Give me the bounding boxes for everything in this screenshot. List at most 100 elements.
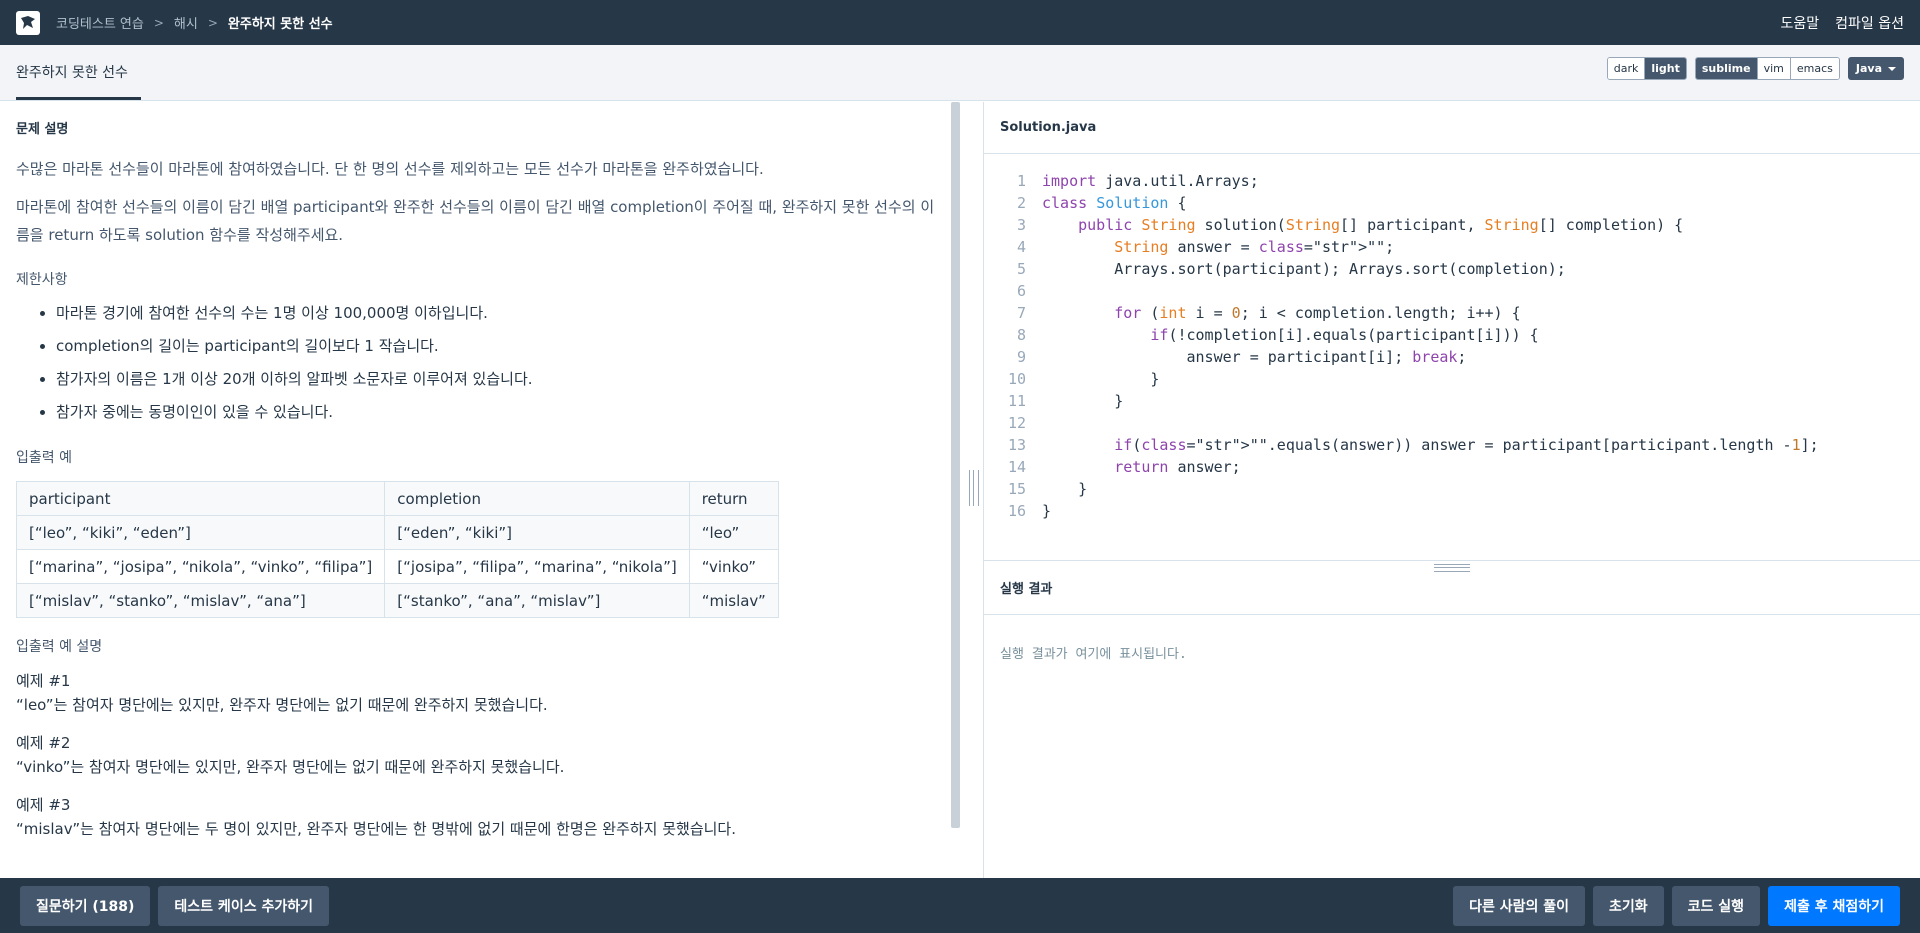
line-number: 16 xyxy=(1007,502,1026,520)
compile-options-link[interactable]: 컴파일 옵션 xyxy=(1835,13,1904,33)
keymap-emacs-button[interactable]: emacs xyxy=(1790,58,1839,79)
chevron-right-icon: > xyxy=(207,15,218,30)
table-cell: “leo” xyxy=(688,515,779,550)
code-text: class Solution { xyxy=(1042,194,1187,212)
table-cell: [“eden”, “kiki”] xyxy=(384,515,690,550)
programmers-logo-icon[interactable] xyxy=(16,10,40,35)
table-cell: “vinko” xyxy=(688,549,779,584)
table-cell: [“stanko”, “ana”, “mislav”] xyxy=(384,583,690,618)
code-text: public String solution(String[] particip… xyxy=(1078,216,1684,234)
table-cell: [“josipa”, “filipa”, “marina”, “nikola”] xyxy=(384,549,690,584)
reset-button[interactable]: 초기화 xyxy=(1593,885,1664,926)
run-code-button[interactable]: 코드 실행 xyxy=(1671,885,1761,926)
theme-toggle: dark light xyxy=(1606,57,1687,80)
example-label: 예제 #1 xyxy=(16,672,71,690)
breadcrumb-item-current: 완주하지 못한 선수 xyxy=(227,17,333,32)
constraints-title: 제한사항 xyxy=(16,272,68,288)
constraint-item: 참가자의 이름은 1개 이상 20개 이하의 알파벳 소문자로 이루어져 있습니… xyxy=(56,363,936,396)
others-solutions-button[interactable]: 다른 사람의 풀이 xyxy=(1453,885,1586,926)
line-number: 7 xyxy=(1016,304,1026,322)
help-link[interactable]: 도움말 xyxy=(1781,13,1820,33)
code-line: 9 answer = participant[i]; break; xyxy=(984,346,1920,368)
constraint-item: 참가자 중에는 동명이인이 있을 수 있습니다. xyxy=(56,396,936,429)
description-scrollbar[interactable] xyxy=(951,102,960,828)
editor-panel: Solution.java 1 import java.util.Arrays; … xyxy=(984,102,1920,878)
editor-filename: Solution.java xyxy=(984,102,1920,154)
table-header-return: return xyxy=(688,481,779,516)
breadcrumb-item-coding-test[interactable]: 코딩테스트 연습 xyxy=(56,13,144,32)
add-testcase-button[interactable]: 테스트 케이스 추가하기 xyxy=(158,885,329,926)
code-text: } xyxy=(1042,392,1124,410)
top-navbar: 코딩테스트 연습 > 해시 > 완주하지 못한 선수 도움말 컴파일 옵션 xyxy=(0,0,1920,45)
code-text: import java.util.Arrays; xyxy=(1042,172,1259,190)
submit-button[interactable]: 제출 후 채점하기 xyxy=(1768,885,1900,926)
code-text: for (int i = 0; i < completion.length; i… xyxy=(1114,304,1521,322)
ask-question-button[interactable]: 질문하기 (188) xyxy=(20,885,151,926)
keymap-sublime-button[interactable]: sublime xyxy=(1695,58,1758,79)
problem-paragraph-1: 수많은 마라톤 선수들이 마라톤에 참여하였습니다. 단 한 명의 선수를 제외… xyxy=(16,160,764,178)
example-text: “leo”는 참여자 명단에는 있지만, 완주자 명단에는 없기 때문에 완주하… xyxy=(16,696,548,714)
problem-paragraph-2: 마라톤에 참여한 선수들의 이름이 담긴 배열 participant와 완주한… xyxy=(16,198,935,244)
code-line: 13 if(class="str">"".equals(answer)) ans… xyxy=(984,434,1920,456)
bottom-action-bar: 질문하기 (188) 테스트 케이스 추가하기 다른 사람의 풀이 초기화 코드… xyxy=(0,878,1920,933)
tab-row: 완주하지 못한 선수 dark light sublime vim emacs … xyxy=(0,45,1920,101)
table-row: [“leo”, “kiki”, “eden”] [“eden”, “kiki”]… xyxy=(15,515,779,550)
editor-settings: dark light sublime vim emacs Java xyxy=(1606,57,1904,80)
table-cell: [“mislav”, “stanko”, “mislav”, “ana”] xyxy=(15,583,386,618)
code-line: 16} xyxy=(984,500,1920,522)
io-explain-title: 입출력 예 설명 xyxy=(16,639,103,655)
horizontal-resize-handle-icon[interactable] xyxy=(1434,564,1470,572)
breadcrumb-item-hash[interactable]: 해시 xyxy=(174,13,198,32)
constraints-list: 마라톤 경기에 참여한 선수의 수는 1명 이상 100,000명 이하입니다.… xyxy=(16,297,936,429)
line-number: 13 xyxy=(1007,436,1026,454)
code-text: String answer = class="str">""; xyxy=(1114,238,1395,256)
code-line: 11 } xyxy=(984,390,1920,412)
code-line: 14 return answer; xyxy=(984,456,1920,478)
table-header-completion: completion xyxy=(384,481,690,516)
breadcrumb: 코딩테스트 연습 > 해시 > 완주하지 못한 선수 xyxy=(56,13,333,33)
code-line: 4 String answer = class="str">""; xyxy=(984,236,1920,258)
code-editor[interactable]: 1 import java.util.Arrays; 2 class Solutio… xyxy=(984,170,1920,550)
theme-dark-button[interactable]: dark xyxy=(1607,58,1646,79)
chevron-right-icon: > xyxy=(153,15,164,30)
theme-light-button[interactable]: light xyxy=(1645,58,1686,79)
line-number: 9 xyxy=(1016,348,1026,366)
line-number: 4 xyxy=(1016,238,1026,256)
keymap-vim-button[interactable]: vim xyxy=(1757,58,1791,79)
code-line: 2 class Solution { xyxy=(984,192,1920,214)
language-select[interactable]: Java xyxy=(1847,57,1904,80)
table-header-row: participant completion return xyxy=(15,481,779,516)
line-number: 11 xyxy=(1007,392,1026,410)
line-number: 1 xyxy=(1016,172,1026,190)
code-text: } xyxy=(1042,370,1160,388)
line-number: 15 xyxy=(1007,480,1026,498)
tab-problem[interactable]: 완주하지 못한 선수 xyxy=(16,44,141,100)
table-cell: [“marina”, “josipa”, “nikola”, “vinko”, … xyxy=(15,549,386,584)
code-text: answer = participant[i]; break; xyxy=(1042,348,1467,366)
example-text: “vinko”는 참여자 명단에는 있지만, 완주자 명단에는 없기 때문에 완… xyxy=(16,758,565,776)
line-number: 12 xyxy=(1007,414,1026,432)
code-text: if(!completion[i].equals(participant[i])… xyxy=(1150,326,1539,344)
code-text: if(class="str">"".equals(answer)) answer… xyxy=(1114,436,1819,454)
line-number: 5 xyxy=(1016,260,1026,278)
line-number: 14 xyxy=(1007,458,1026,476)
io-title: 입출력 예 xyxy=(16,450,72,466)
table-row: [“mislav”, “stanko”, “mislav”, “ana”] [“… xyxy=(15,583,779,618)
caret-down-icon xyxy=(1888,66,1896,71)
code-line: 7 for (int i = 0; i < completion.length;… xyxy=(984,302,1920,324)
table-cell: “mislav” xyxy=(688,583,779,618)
line-number: 6 xyxy=(1016,282,1026,300)
table-cell: [“leo”, “kiki”, “eden”] xyxy=(15,515,386,550)
problem-description-panel: 문제 설명 수많은 마라톤 선수들이 마라톤에 참여하였습니다. 단 한 명의 … xyxy=(0,102,952,878)
code-text: } xyxy=(1042,502,1052,520)
code-text: Arrays.sort(participant); Arrays.sort(co… xyxy=(1042,260,1566,278)
language-select-label: Java xyxy=(1855,62,1882,75)
line-number: 8 xyxy=(1016,326,1026,344)
vertical-resize-handle-icon[interactable] xyxy=(969,470,979,506)
code-line: 5 Arrays.sort(participant); Arrays.sort(… xyxy=(984,258,1920,280)
code-line: 1 import java.util.Arrays; xyxy=(984,170,1920,192)
code-text: return answer; xyxy=(1114,458,1241,476)
result-panel: 실행 결과 실행 결과가 여기에 표시됩니다. xyxy=(984,560,1920,878)
example-text: “mislav”는 참여자 명단에는 두 명이 있지만, 완주자 명단에는 한 … xyxy=(16,820,737,838)
tab-problem-label: 완주하지 못한 선수 xyxy=(16,64,128,81)
